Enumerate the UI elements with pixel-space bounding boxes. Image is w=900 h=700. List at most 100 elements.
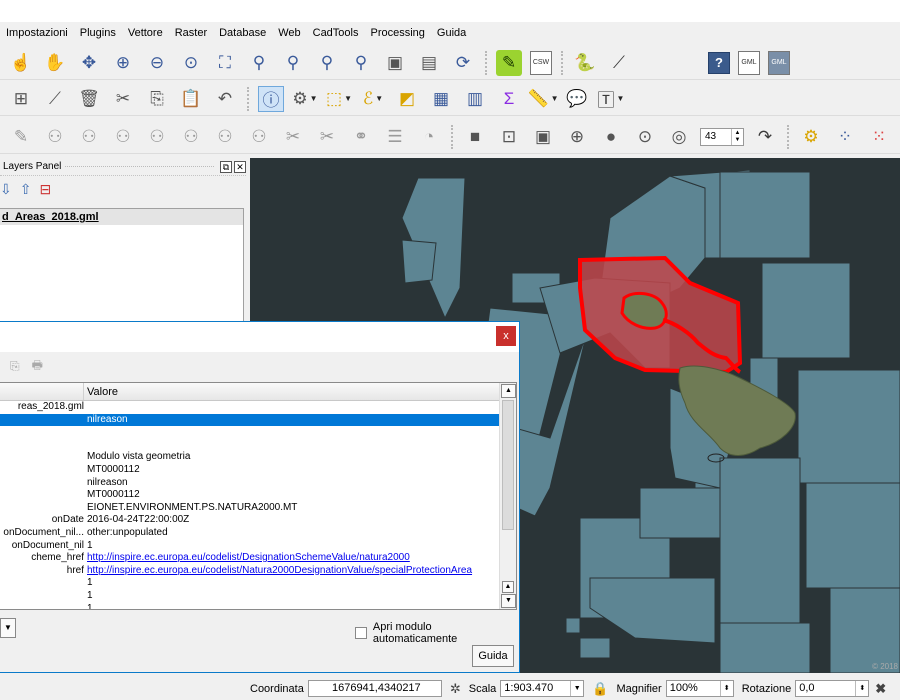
- table-row[interactable]: nilreason: [0, 477, 516, 490]
- rotate-label-icon[interactable]: ◔: [416, 124, 442, 150]
- merge-features-icon[interactable]: ⚭: [348, 124, 374, 150]
- move-down-icon[interactable]: ⇩: [0, 181, 12, 198]
- square-tool-icon[interactable]: ▣: [530, 124, 556, 150]
- value-link[interactable]: http://inspire.ec.europa.eu/codelist/Nat…: [84, 565, 500, 578]
- print-icon[interactable]: 🖶: [32, 356, 43, 377]
- float-panel-icon[interactable]: ⧉: [220, 160, 232, 173]
- deselect-icon[interactable]: ◩: [394, 86, 420, 112]
- gml-export-icon[interactable]: GML: [768, 50, 790, 75]
- table-row[interactable]: nilreason: [0, 413, 516, 427]
- refresh-icon[interactable]: ⟳: [450, 50, 476, 76]
- menu-cadtools[interactable]: CadTools: [307, 22, 365, 44]
- table-row[interactable]: EIONET.ENVIRONMENT.PS.NATURA2000.MT: [0, 502, 516, 515]
- text-annotation-icon[interactable]: 🅃 ▼: [598, 86, 625, 112]
- table-row[interactable]: MT0000112: [0, 489, 516, 502]
- table-row[interactable]: reas_2018.gml: [0, 401, 516, 414]
- copy-icon[interactable]: ⎘: [144, 86, 170, 112]
- measure-icon[interactable]: 📏 ▼: [527, 86, 558, 112]
- topology-icon[interactable]: ⚙: [798, 124, 824, 150]
- offset-curve-icon[interactable]: ⚇: [246, 124, 272, 150]
- table-row[interactable]: [0, 426, 516, 439]
- merge-attributes-icon[interactable]: ☰: [382, 124, 408, 150]
- vertex-tool-icon[interactable]: ⁙: [866, 124, 892, 150]
- attribute-table-icon[interactable]: ▦: [428, 86, 454, 112]
- menu-impostazioni[interactable]: Impostazioni: [0, 22, 74, 44]
- coordinate-toggle-icon[interactable]: ✲: [450, 681, 461, 697]
- delete-part-icon[interactable]: ⚇: [178, 124, 204, 150]
- table-row[interactable]: 1: [0, 577, 516, 590]
- add-part-icon[interactable]: ⚇: [76, 124, 102, 150]
- copy-feature-icon[interactable]: ⎘: [10, 359, 20, 374]
- zoom-out-icon[interactable]: ⊖: [144, 50, 170, 76]
- snapping-icon[interactable]: ⁘: [832, 124, 858, 150]
- pan-hand-icon[interactable]: ✋: [42, 50, 68, 76]
- table-row[interactable]: Modulo vista geometria: [0, 451, 516, 464]
- lock-scale-icon[interactable]: 🔒: [592, 681, 608, 697]
- table-row[interactable]: onDocument_nil... other:unpopulated: [0, 527, 516, 540]
- delete-icon[interactable]: 🗑: [76, 86, 102, 112]
- new-bookmark-icon[interactable]: ▣: [382, 50, 408, 76]
- scroll-up-small-icon[interactable]: ▲: [502, 581, 514, 593]
- rect-tool-icon[interactable]: ■: [462, 124, 488, 150]
- scale-dropdown-icon[interactable]: ▼: [570, 681, 583, 696]
- fill-ring-icon[interactable]: ⚇: [110, 124, 136, 150]
- menu-vettore[interactable]: Vettore: [122, 22, 169, 44]
- map-tips-icon[interactable]: 💬: [564, 86, 590, 112]
- add-ring-icon[interactable]: ⚇: [42, 124, 68, 150]
- zoom-in-icon[interactable]: ⊕: [110, 50, 136, 76]
- table-row[interactable]: cheme_href http://inspire.ec.europa.eu/co…: [0, 552, 516, 565]
- pan-to-selection-icon[interactable]: ✥: [76, 50, 102, 76]
- csw-icon[interactable]: CSW: [530, 50, 552, 75]
- zoom-full-icon[interactable]: ⛶: [212, 50, 238, 76]
- table-row[interactable]: href http://inspire.ec.europa.eu/codelist…: [0, 565, 516, 578]
- paste-icon[interactable]: 📋: [178, 86, 204, 112]
- scroll-down-icon[interactable]: ▼: [501, 594, 516, 608]
- remove-layer-icon[interactable]: ⊟: [39, 181, 51, 198]
- point-tool-icon[interactable]: ⊡: [496, 124, 522, 150]
- menu-processing[interactable]: Processing: [364, 22, 430, 44]
- layer-item[interactable]: d_Areas_2018.gml: [0, 209, 243, 225]
- menu-database[interactable]: Database: [213, 22, 272, 44]
- circle-tool-icon[interactable]: ●: [598, 124, 624, 150]
- help-button[interactable]: Guida: [472, 645, 514, 667]
- select-by-value-icon[interactable]: ℰ ▼: [360, 86, 386, 112]
- identify-icon[interactable]: ⓘ: [258, 85, 284, 112]
- table-row[interactable]: MT0000112: [0, 464, 516, 477]
- zoom-native-icon[interactable]: ⊙: [178, 50, 204, 76]
- close-panel-icon[interactable]: ✕: [234, 160, 246, 173]
- menu-web[interactable]: Web: [272, 22, 306, 44]
- menu-plugins[interactable]: Plugins: [74, 22, 122, 44]
- show-bookmarks-icon[interactable]: ▤: [416, 50, 442, 76]
- field-calculator-icon[interactable]: ▥: [462, 86, 488, 112]
- curve-tool-icon[interactable]: ↷: [752, 124, 778, 150]
- undo-icon[interactable]: ↶: [212, 86, 238, 112]
- table-row[interactable]: onDate 2016-04-24T22:00:00Z: [0, 514, 516, 527]
- scale-combo[interactable]: 1:903.470 ▼: [500, 680, 585, 697]
- plugin-edit-icon[interactable]: ✎: [496, 49, 522, 76]
- add-feature-icon[interactable]: ⊞: [8, 86, 34, 112]
- zoom-selection-icon[interactable]: ⚲: [246, 50, 272, 76]
- scroll-up-icon[interactable]: ▲: [501, 384, 516, 398]
- spinbox-arrows[interactable]: ▲ ▼: [731, 128, 743, 145]
- scroll-thumb[interactable]: [502, 400, 514, 530]
- view-mode-dropdown[interactable]: ▼: [0, 618, 16, 638]
- rotation-spin-icon[interactable]: ⬍: [855, 681, 868, 696]
- node-tool-icon[interactable]: ⟋: [42, 86, 68, 112]
- delete-ring-icon[interactable]: ⚇: [144, 124, 170, 150]
- table-scrollbar[interactable]: ▲ ▲ ▼: [499, 383, 516, 609]
- rotation-spinbox[interactable]: 0,0 ⬍: [795, 680, 870, 697]
- cut-icon[interactable]: ✂: [110, 86, 136, 112]
- column-header-value[interactable]: Valore: [84, 383, 500, 400]
- messages-icon[interactable]: ✖: [875, 681, 886, 697]
- select-features-icon[interactable]: ⬚ ▼: [326, 86, 352, 112]
- zoom-layer-icon[interactable]: ⚲: [280, 50, 306, 76]
- circle-center-icon[interactable]: ⊙: [632, 124, 658, 150]
- close-dialog-button[interactable]: x: [496, 326, 516, 346]
- menu-guida[interactable]: Guida: [431, 22, 472, 44]
- coordinate-field[interactable]: 1676941,4340217: [307, 680, 442, 697]
- python-console-icon[interactable]: 🐍: [572, 50, 598, 76]
- spiral-icon[interactable]: ◎: [666, 124, 692, 150]
- table-row[interactable]: [0, 439, 516, 452]
- split-features-icon[interactable]: ✂: [280, 124, 306, 150]
- segments-spinbox[interactable]: 43 ▲ ▼: [700, 127, 744, 146]
